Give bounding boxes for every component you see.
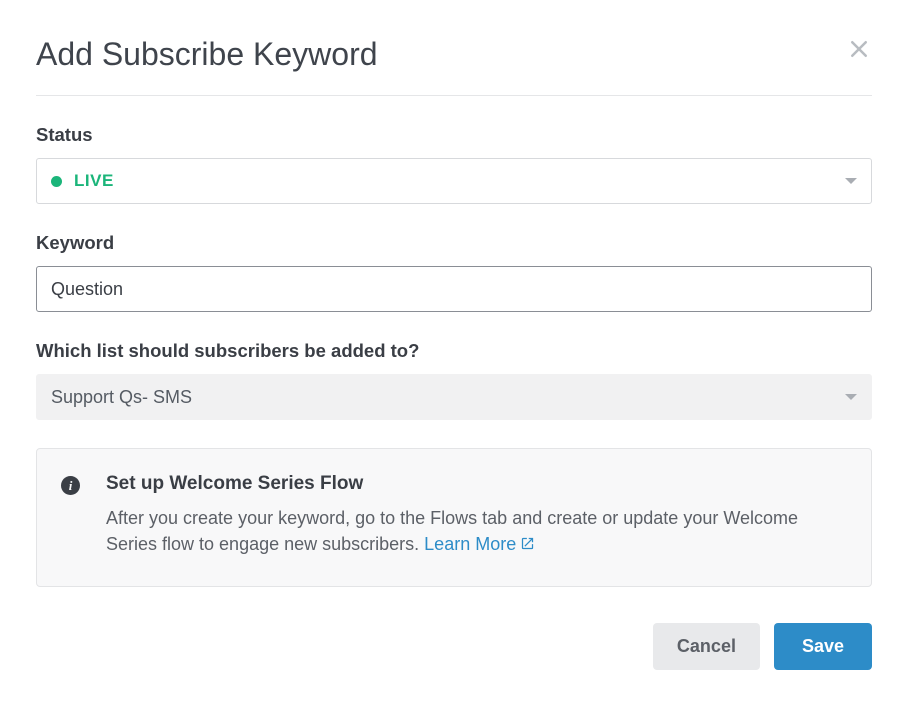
info-content: Set up Welcome Series Flow After you cre…	[106, 473, 847, 558]
status-group: Status LIVE	[36, 124, 872, 204]
list-label: Which list should subscribers be added t…	[36, 340, 872, 362]
list-select[interactable]: Support Qs- SMS	[36, 374, 872, 420]
info-title: Set up Welcome Series Flow	[106, 473, 847, 495]
list-value: Support Qs- SMS	[51, 387, 192, 408]
info-icon: i	[61, 476, 80, 495]
status-dot-icon	[51, 176, 62, 187]
save-button[interactable]: Save	[774, 623, 872, 670]
learn-more-text: Learn More	[424, 534, 516, 554]
modal-footer: Cancel Save	[36, 623, 872, 670]
close-button[interactable]	[846, 36, 872, 62]
list-group: Which list should subscribers be added t…	[36, 340, 872, 420]
status-select[interactable]: LIVE	[36, 158, 872, 204]
modal-header: Add Subscribe Keyword	[36, 36, 872, 96]
status-value: LIVE	[74, 171, 114, 191]
learn-more-link[interactable]: Learn More	[424, 534, 535, 554]
keyword-input[interactable]	[36, 266, 872, 312]
modal-title: Add Subscribe Keyword	[36, 36, 378, 73]
cancel-button[interactable]: Cancel	[653, 623, 760, 670]
keyword-label: Keyword	[36, 232, 872, 254]
info-callout: i Set up Welcome Series Flow After you c…	[36, 448, 872, 587]
status-label: Status	[36, 124, 872, 146]
external-link-icon	[520, 532, 535, 558]
chevron-down-icon	[845, 178, 857, 184]
info-icon-wrap: i	[61, 473, 80, 558]
keyword-group: Keyword	[36, 232, 872, 312]
chevron-down-icon	[845, 394, 857, 400]
info-description: After you create your keyword, go to the…	[106, 505, 847, 558]
